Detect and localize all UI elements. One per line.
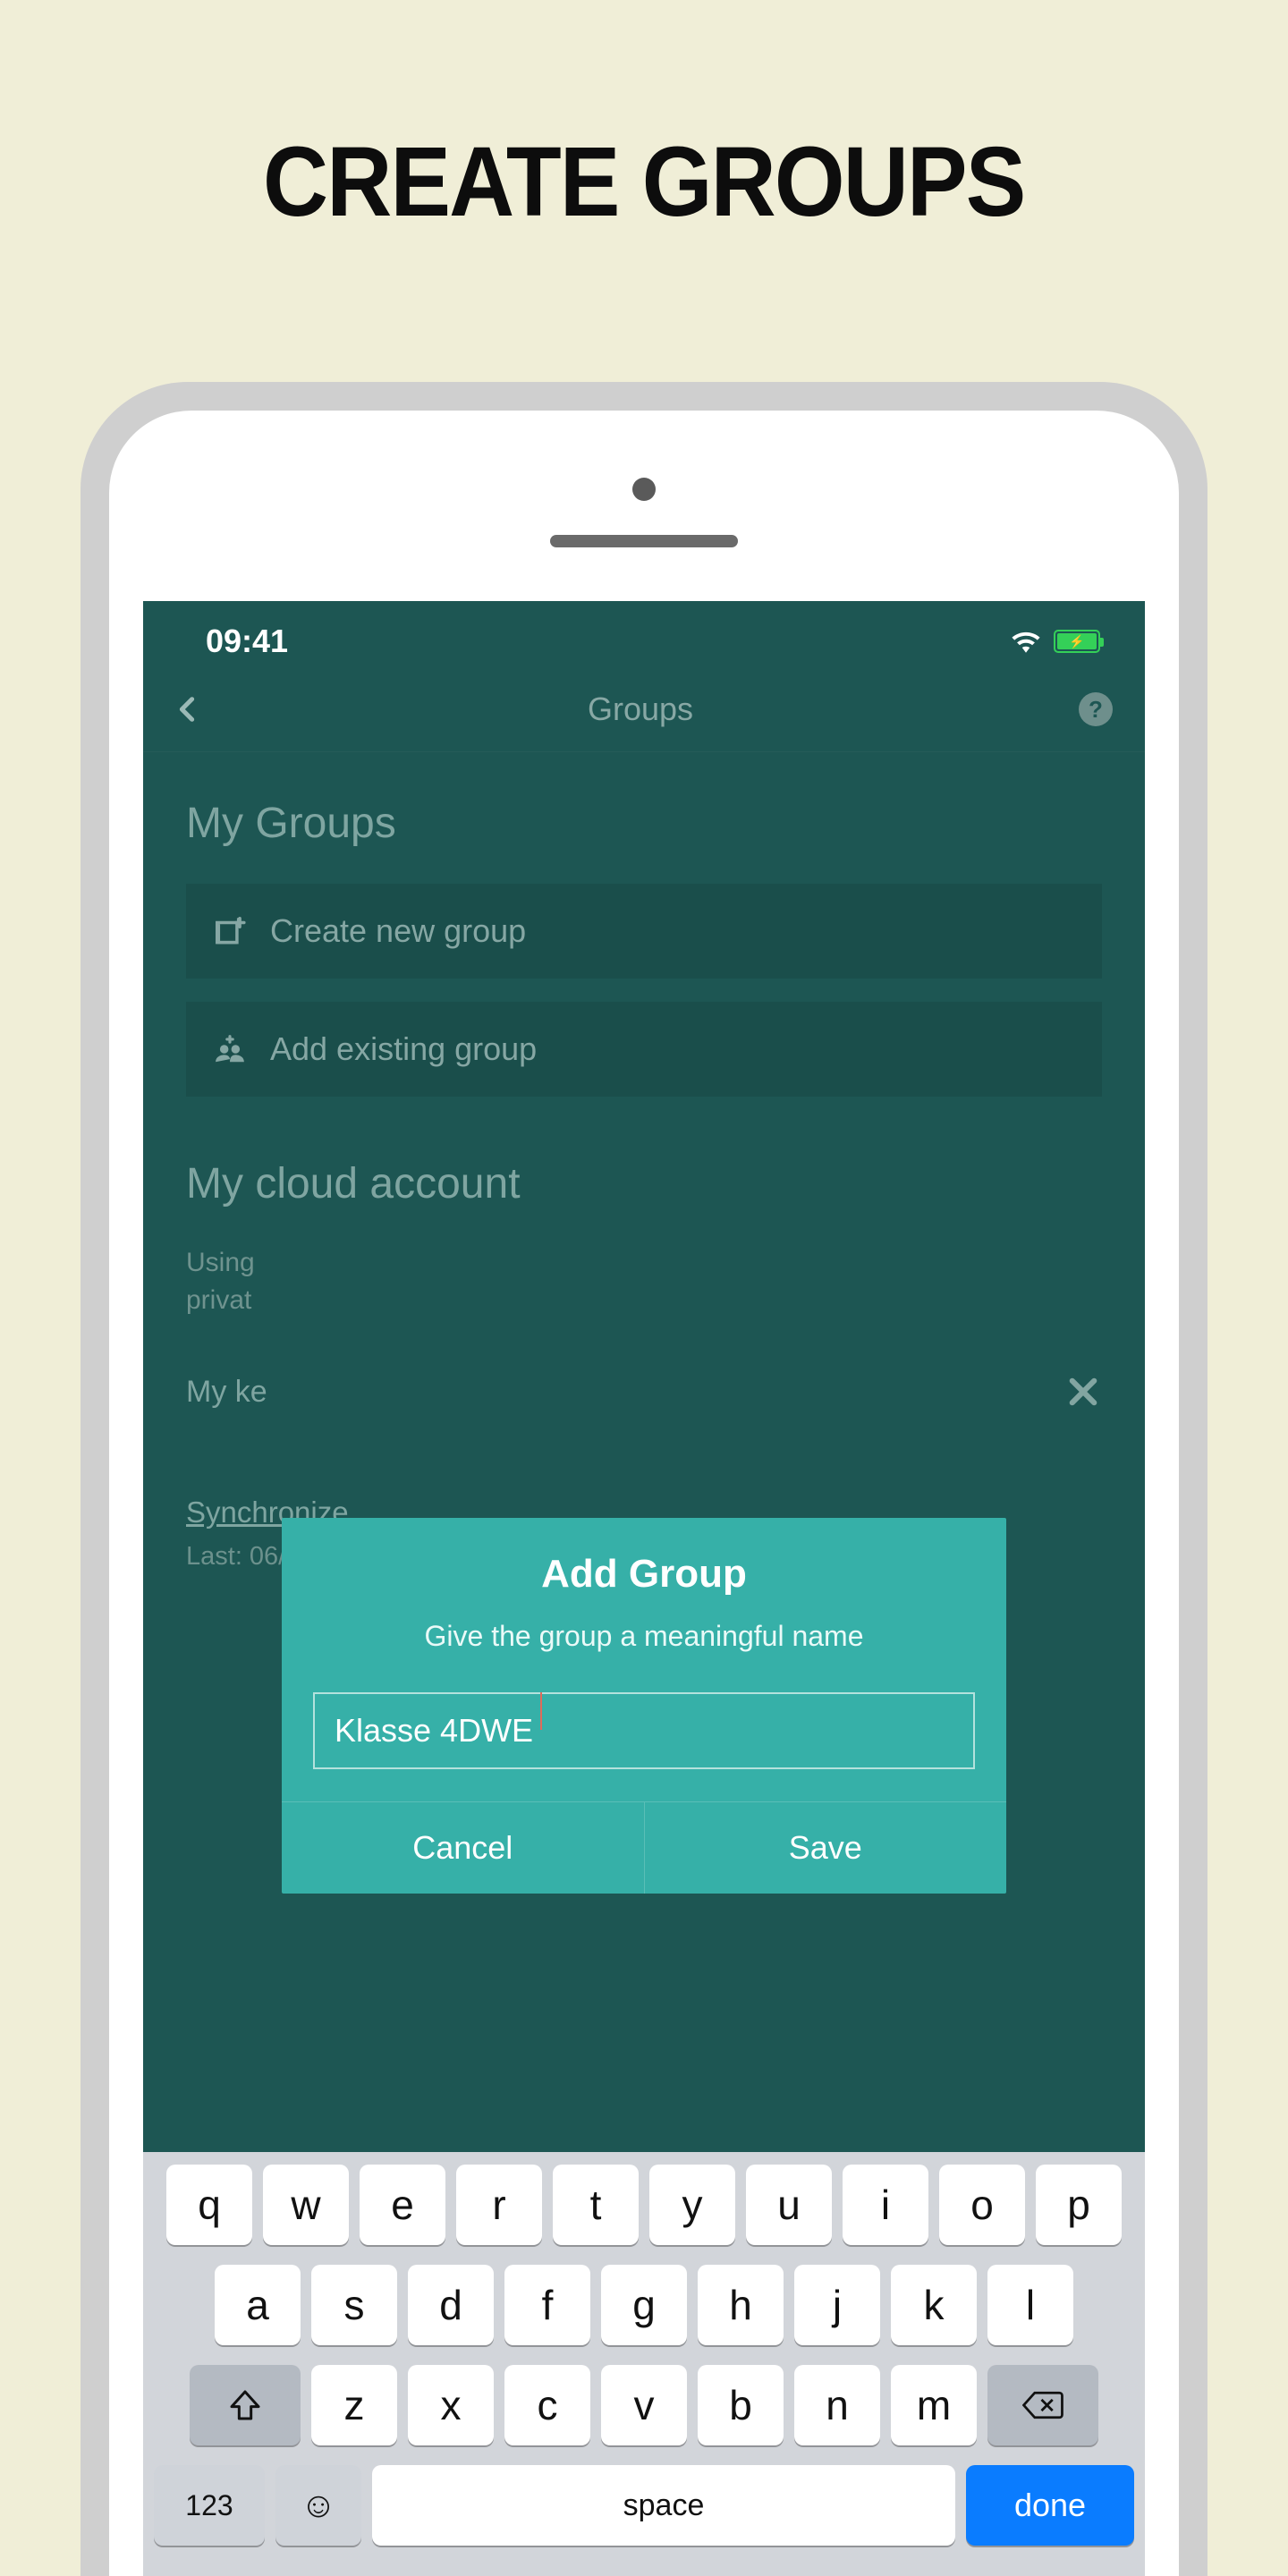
device-inner: 09:41 ⚡ Groups ?: [109, 411, 1179, 2576]
key-a[interactable]: a: [215, 2265, 301, 2345]
key-m[interactable]: m: [891, 2365, 977, 2445]
keyboard: qwertyuiop asdfghjkl zxcvbnm: [143, 2152, 1145, 2576]
key-r[interactable]: r: [456, 2165, 542, 2245]
emoji-key[interactable]: ☺: [275, 2465, 361, 2546]
cloud-key-label: My ke: [186, 1375, 267, 1410]
key-y[interactable]: y: [649, 2165, 735, 2245]
key-j[interactable]: j: [794, 2265, 880, 2345]
keyboard-row-4: 123 ☺ space done: [152, 2465, 1136, 2576]
marketing-headline: CREATE GROUPS: [263, 125, 1024, 239]
key-n[interactable]: n: [794, 2365, 880, 2445]
create-new-group-label: Create new group: [270, 912, 526, 950]
key-f[interactable]: f: [504, 2265, 590, 2345]
help-icon[interactable]: ?: [1079, 692, 1113, 726]
key-v[interactable]: v: [601, 2365, 687, 2445]
cloud-section: My cloud account Using privat My ke Sync…: [186, 1159, 1102, 1572]
screen: 09:41 ⚡ Groups ?: [143, 601, 1145, 2576]
cloud-desc-line2: privat: [186, 1282, 1102, 1319]
key-u[interactable]: u: [746, 2165, 832, 2245]
status-bar: 09:41 ⚡: [143, 601, 1145, 674]
key-g[interactable]: g: [601, 2265, 687, 2345]
speaker-grille: [550, 535, 738, 547]
key-o[interactable]: o: [939, 2165, 1025, 2245]
add-people-icon: [213, 1032, 247, 1066]
create-square-icon: [213, 914, 247, 948]
add-group-dialog: Add Group Give the group a meaningful na…: [282, 1518, 1006, 1894]
dialog-title: Add Group: [541, 1552, 747, 1597]
device-frame: 09:41 ⚡ Groups ?: [80, 382, 1208, 2576]
close-icon[interactable]: [1064, 1373, 1102, 1411]
delete-key[interactable]: [987, 2365, 1098, 2445]
numeric-key[interactable]: 123: [154, 2465, 265, 2546]
key-p[interactable]: p: [1036, 2165, 1122, 2245]
backspace-icon: [1022, 2390, 1063, 2420]
group-name-input[interactable]: [313, 1692, 975, 1769]
add-existing-group-button[interactable]: Add existing group: [186, 1002, 1102, 1097]
save-button[interactable]: Save: [645, 1802, 1007, 1894]
key-w[interactable]: w: [263, 2165, 349, 2245]
key-h[interactable]: h: [698, 2265, 784, 2345]
key-q[interactable]: q: [166, 2165, 252, 2245]
cloud-desc-line1: Using: [186, 1244, 1102, 1282]
back-icon[interactable]: [172, 694, 202, 724]
dialog-buttons: Cancel Save: [282, 1801, 1006, 1894]
content: My Groups Create new group: [143, 752, 1145, 1572]
key-z[interactable]: z: [311, 2365, 397, 2445]
text-caret: [540, 1692, 542, 1730]
done-key[interactable]: done: [966, 2465, 1134, 2546]
section-title-cloud: My cloud account: [186, 1159, 1102, 1208]
keyboard-row-3: zxcvbnm: [152, 2365, 1136, 2445]
key-e[interactable]: e: [360, 2165, 445, 2245]
nav-title: Groups: [588, 691, 693, 728]
key-t[interactable]: t: [553, 2165, 639, 2245]
key-x[interactable]: x: [408, 2365, 494, 2445]
keyboard-row-2: asdfghjkl: [152, 2265, 1136, 2345]
key-b[interactable]: b: [698, 2365, 784, 2445]
nav-bar: Groups ?: [143, 674, 1145, 752]
section-title-my-groups: My Groups: [186, 799, 1102, 848]
dialog-subtitle: Give the group a meaningful name: [425, 1620, 864, 1653]
create-new-group-button[interactable]: Create new group: [186, 884, 1102, 979]
status-icons: ⚡: [1011, 630, 1100, 653]
key-d[interactable]: d: [408, 2265, 494, 2345]
space-key[interactable]: space: [372, 2465, 955, 2546]
battery-icon: ⚡: [1054, 630, 1100, 653]
shift-key[interactable]: [190, 2365, 301, 2445]
key-c[interactable]: c: [504, 2365, 590, 2445]
cancel-button[interactable]: Cancel: [282, 1802, 645, 1894]
keyboard-row-1: qwertyuiop: [152, 2165, 1136, 2245]
wifi-icon: [1011, 630, 1041, 653]
shift-icon: [227, 2387, 263, 2423]
add-existing-group-label: Add existing group: [270, 1030, 537, 1068]
cloud-key-row: My ke: [186, 1373, 1102, 1411]
key-i[interactable]: i: [843, 2165, 928, 2245]
camera-dot: [632, 478, 656, 501]
key-k[interactable]: k: [891, 2265, 977, 2345]
key-l[interactable]: l: [987, 2265, 1073, 2345]
key-s[interactable]: s: [311, 2265, 397, 2345]
status-time: 09:41: [206, 623, 288, 660]
